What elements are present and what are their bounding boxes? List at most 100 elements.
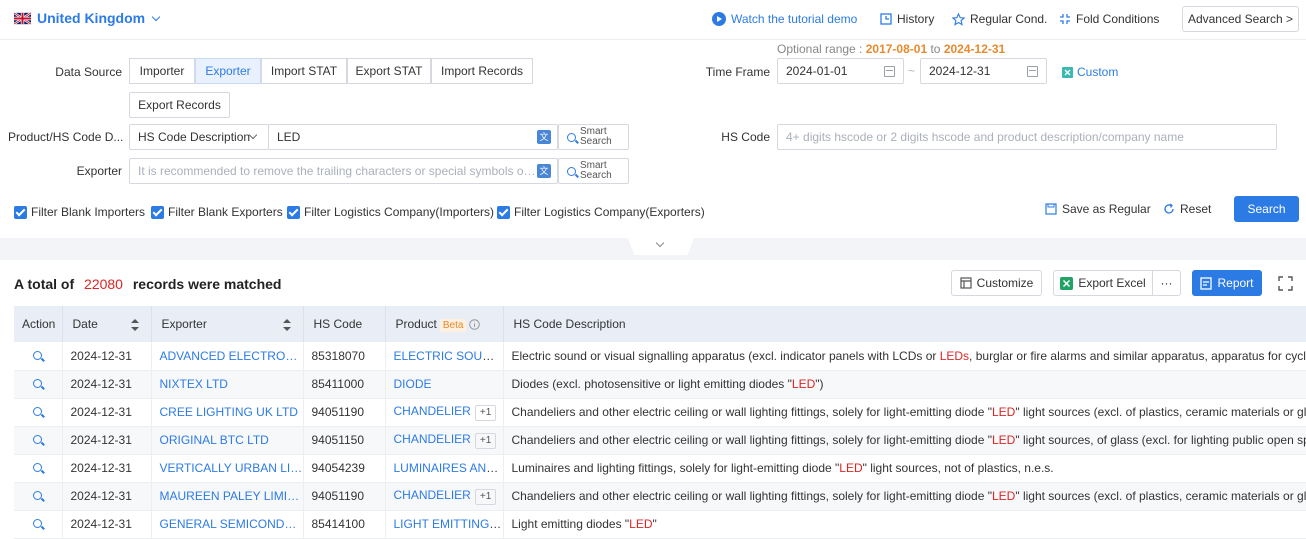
product-cell[interactable]: ELECTRIC SOUND... — [385, 342, 504, 371]
filter-logistics-exporters[interactable]: Filter Logistics Company(Exporters) — [497, 205, 705, 219]
search-icon[interactable] — [33, 463, 43, 472]
more-products-badge[interactable]: +1 — [474, 404, 497, 421]
source-import-records[interactable]: Import Records — [431, 58, 533, 84]
table-row[interactable]: 2024-12-31 GENERAL SEMICONDUC... 85414100 L… — [14, 510, 1306, 539]
more-products-badge[interactable]: +1 — [474, 488, 497, 505]
source-exporter[interactable]: Exporter — [195, 58, 261, 84]
col-exporter[interactable]: Exporter — [151, 306, 304, 342]
reset-button[interactable]: Reset — [1163, 202, 1211, 216]
more-products-badge[interactable]: +1 — [474, 432, 497, 449]
customize-button[interactable]: Customize — [951, 270, 1042, 296]
checkbox-checked-icon — [497, 205, 510, 219]
hs-code-input[interactable]: 4+ digits hscode or 2 digits hscode and … — [777, 124, 1277, 150]
smart-search-button[interactable]: Smart Search — [558, 158, 629, 184]
product-type-select[interactable]: HS Code Description — [129, 124, 269, 150]
custom-range-button[interactable]: Custom — [1062, 65, 1118, 79]
product-link[interactable]: DIODE — [394, 377, 432, 391]
source-export-records[interactable]: Export Records — [129, 92, 230, 118]
exporter-input[interactable]: It is recommended to remove the trailing… — [129, 158, 558, 184]
action-cell[interactable] — [14, 482, 63, 511]
table-row[interactable]: 2024-12-31 MAUREEN PALEY LIMITED 94051190 C… — [14, 482, 1306, 511]
hs-code-cell: 94051190 — [303, 482, 386, 511]
col-exporter-label: Exporter — [161, 317, 207, 331]
table-row[interactable]: 2024-12-31 CREE LIGHTING UK LTD 94051190 CH… — [14, 398, 1306, 427]
optional-range-from: 2017-08-01 — [865, 42, 928, 56]
export-excel-button[interactable]: Export Excel — [1053, 270, 1153, 296]
sort-icon[interactable] — [282, 319, 291, 331]
product-input[interactable]: LED — [268, 124, 558, 150]
regular-cond-button[interactable]: Regular Cond. — [952, 12, 1047, 26]
action-cell[interactable] — [14, 370, 63, 399]
search-icon[interactable] — [33, 519, 43, 528]
history-button[interactable]: History — [880, 12, 934, 26]
fold-conditions-button[interactable]: Fold Conditions — [1059, 12, 1159, 26]
col-date[interactable]: Date — [62, 306, 152, 342]
filter-blank-importers[interactable]: Filter Blank Importers — [14, 205, 145, 219]
search-icon[interactable] — [33, 379, 43, 388]
exporter-cell[interactable]: GENERAL SEMICONDUC... — [151, 510, 304, 539]
product-cell[interactable]: CHANDELIER +1 — [385, 426, 504, 455]
exporter-cell[interactable]: MAUREEN PALEY LIMITED — [151, 482, 304, 511]
filter-logistics-importers[interactable]: Filter Logistics Company(Importers) — [287, 205, 494, 219]
search-button[interactable]: Search — [1234, 196, 1299, 222]
table-row[interactable]: 2024-12-31 ADVANCED ELECTRONIC... 85318070… — [14, 342, 1306, 371]
tutorial-link[interactable]: Watch the tutorial demo — [712, 12, 857, 26]
smart-search-button[interactable]: Smart Search — [558, 124, 629, 150]
country-selector[interactable]: United Kingdom — [37, 10, 161, 26]
action-cell[interactable] — [14, 510, 63, 539]
product-link[interactable]: LUMINAIRES AND... — [394, 461, 503, 475]
exporter-cell[interactable]: ORIGINAL BTC LTD — [151, 426, 304, 455]
product-link[interactable]: CHANDELIER — [394, 432, 471, 446]
optional-range: Optional range : 2017-08-01 to 2024-12-3… — [777, 42, 1005, 56]
filter-label: Filter Logistics Company(Exporters) — [514, 205, 705, 219]
search-icon[interactable] — [33, 407, 43, 416]
product-cell[interactable]: LIGHT EMITTING ... — [385, 510, 504, 539]
search-icon — [567, 166, 576, 176]
table-row[interactable]: 2024-12-31 NIXTEX LTD 85411000 DIODE Diodes … — [14, 370, 1306, 399]
more-options-button[interactable]: ··· — [1152, 270, 1181, 296]
advanced-search-button[interactable]: Advanced Search > — [1182, 6, 1299, 32]
col-action: Action — [14, 306, 63, 342]
action-cell[interactable] — [14, 398, 63, 427]
desc-pre: Diodes (excl. photosensitive or light em… — [511, 377, 792, 391]
product-link[interactable]: CHANDELIER — [394, 404, 471, 418]
exporter-cell[interactable]: NIXTEX LTD — [151, 370, 304, 399]
table-row[interactable]: 2024-12-31 VERTICALLY URBAN LIMI... 940542… — [14, 454, 1306, 483]
search-icon[interactable] — [33, 350, 43, 360]
search-icon[interactable] — [33, 491, 43, 500]
translate-icon[interactable]: 文 — [537, 164, 551, 178]
desc-post: " — [652, 517, 657, 531]
table-row[interactable]: 2024-12-31 ORIGINAL BTC LTD 94051150 CHANDE… — [14, 426, 1306, 455]
product-cell[interactable]: LUMINAIRES AND... — [385, 454, 504, 483]
fullscreen-icon[interactable] — [1278, 276, 1293, 291]
exporter-cell[interactable]: CREE LIGHTING UK LTD — [151, 398, 304, 427]
source-export-stat[interactable]: Export STAT — [347, 58, 431, 84]
product-link[interactable]: CHANDELIER — [394, 488, 471, 502]
translate-icon[interactable]: 文 — [537, 130, 551, 144]
date-end-input[interactable]: 2024-12-31 — [920, 58, 1047, 84]
action-cell[interactable] — [14, 342, 63, 371]
filter-blank-exporters[interactable]: Filter Blank Exporters — [151, 205, 283, 219]
save-regular-button[interactable]: Save as Regular — [1045, 202, 1151, 216]
desc-post: , burglar or fire alarms and similar app… — [969, 348, 1306, 363]
date-separator: ~ — [908, 64, 916, 78]
action-cell[interactable] — [14, 454, 63, 483]
exporter-cell[interactable]: ADVANCED ELECTRONIC... — [151, 342, 304, 371]
product-link[interactable]: LIGHT EMITTING ... — [394, 517, 503, 531]
product-cell[interactable]: CHANDELIER +1 — [385, 482, 504, 511]
exporter-cell[interactable]: VERTICALLY URBAN LIMI... — [151, 454, 304, 483]
product-cell[interactable]: CHANDELIER +1 — [385, 398, 504, 427]
product-cell[interactable]: DIODE — [385, 370, 504, 399]
top-bar: United Kingdom Watch the tutorial demo H… — [0, 0, 1306, 40]
info-icon[interactable] — [469, 319, 481, 331]
report-button[interactable]: Report — [1192, 270, 1262, 296]
table-header-row: Action Date Exporter HS Code Product Beta… — [14, 306, 1306, 342]
search-icon[interactable] — [33, 435, 43, 444]
source-importer[interactable]: Importer — [129, 58, 195, 84]
action-cell[interactable] — [14, 426, 63, 455]
hs-description-cell: Chandeliers and other electric ceiling o… — [503, 482, 1306, 511]
product-link[interactable]: ELECTRIC SOUND... — [394, 349, 503, 363]
source-import-stat[interactable]: Import STAT — [261, 58, 347, 84]
sort-icon[interactable] — [130, 319, 139, 331]
date-start-input[interactable]: 2024-01-01 — [777, 58, 904, 84]
